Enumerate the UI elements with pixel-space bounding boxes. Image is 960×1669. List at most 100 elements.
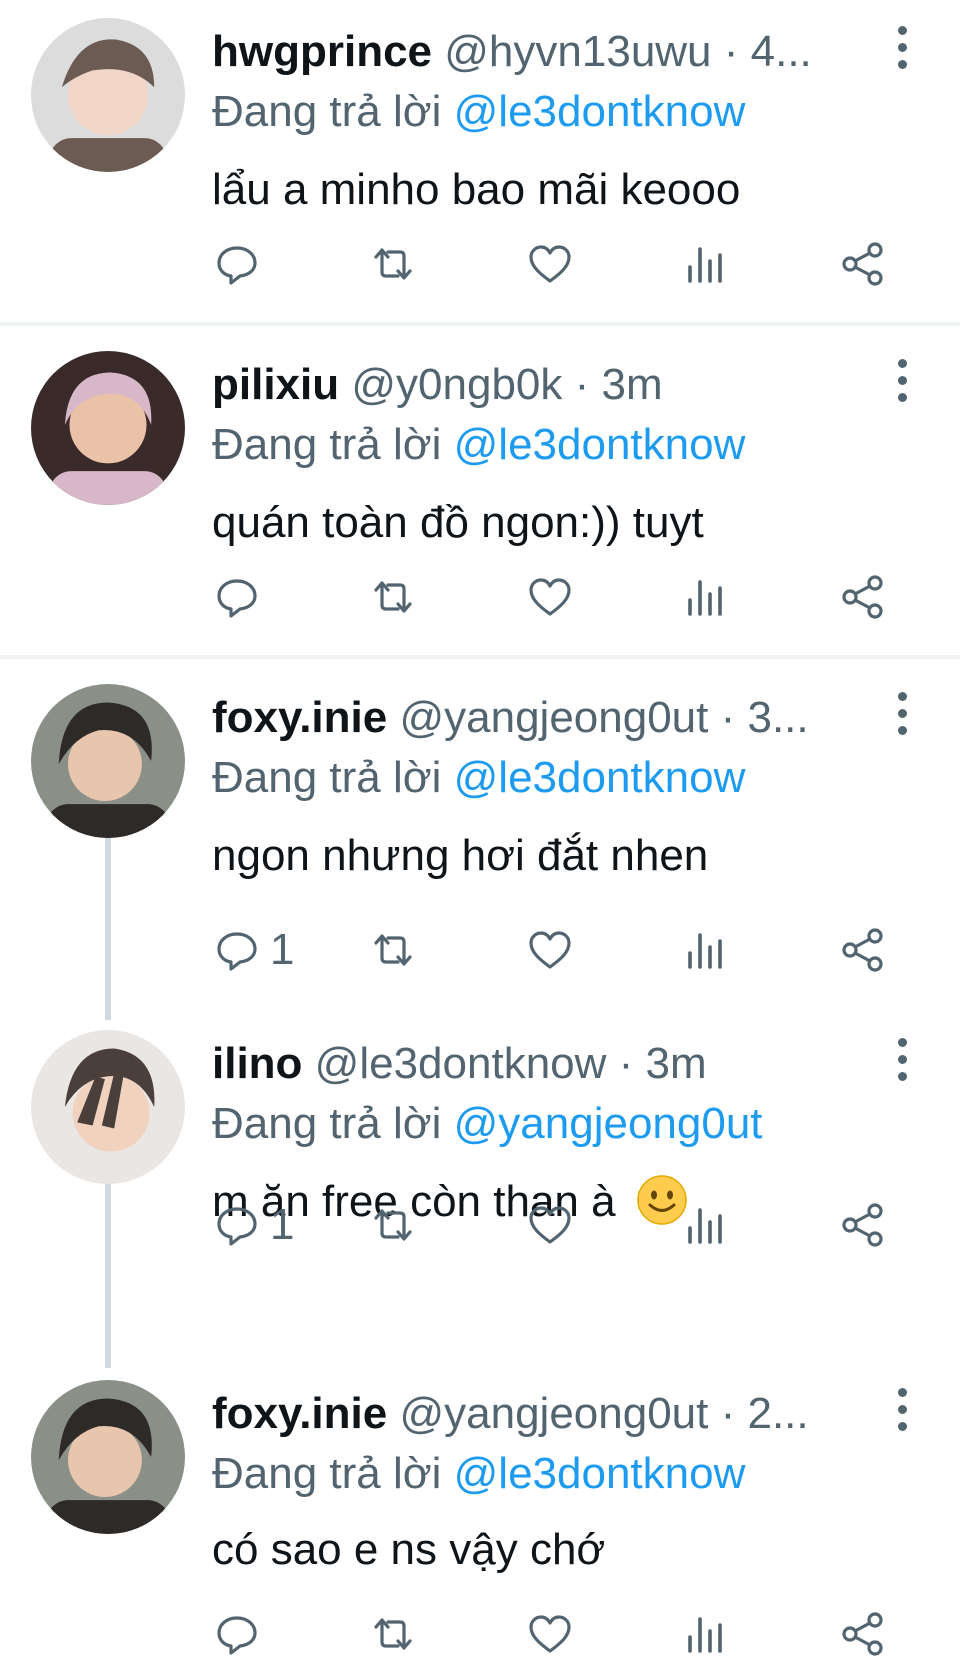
separator-dot: · bbox=[562, 360, 602, 409]
replying-to-label: Đang trả lời bbox=[212, 87, 442, 136]
retweet-button[interactable] bbox=[368, 234, 418, 294]
separator-dot: · bbox=[708, 1389, 748, 1438]
avatar[interactable] bbox=[31, 18, 185, 172]
reply-icon bbox=[212, 572, 262, 622]
retweet-icon bbox=[368, 925, 418, 975]
like-button[interactable] bbox=[525, 234, 575, 294]
display-name[interactable]: foxy.inie bbox=[212, 1389, 387, 1438]
handle[interactable]: @yangjeong0ut bbox=[399, 693, 708, 742]
reply-target-link[interactable]: @le3dontknow bbox=[454, 753, 746, 802]
avatar-image bbox=[31, 18, 185, 172]
avatar[interactable] bbox=[31, 351, 185, 505]
share-button[interactable] bbox=[838, 234, 888, 294]
views-icon bbox=[680, 572, 730, 622]
handle[interactable]: @le3dontknow bbox=[315, 1039, 607, 1088]
replying-to-label: Đang trả lời bbox=[212, 753, 442, 802]
reply-icon bbox=[212, 1609, 262, 1659]
reply-button[interactable] bbox=[212, 567, 270, 627]
action-bar bbox=[0, 1604, 960, 1664]
views-button[interactable] bbox=[680, 1195, 730, 1255]
share-button[interactable] bbox=[838, 1604, 888, 1664]
separator-dot: · bbox=[711, 27, 751, 76]
display-name[interactable]: foxy.inie bbox=[212, 693, 387, 742]
separator-dot: · bbox=[606, 1039, 646, 1088]
replying-to: Đang trả lời @le3dontknow bbox=[212, 82, 745, 142]
divider bbox=[0, 655, 960, 659]
more-icon[interactable] bbox=[890, 1388, 914, 1440]
reply-button[interactable] bbox=[212, 234, 270, 294]
like-button[interactable] bbox=[525, 1195, 575, 1255]
display-name[interactable]: hwgprince bbox=[212, 27, 432, 76]
retweet-button[interactable] bbox=[368, 1195, 418, 1255]
views-button[interactable] bbox=[680, 920, 730, 980]
share-icon bbox=[838, 239, 888, 289]
share-button[interactable] bbox=[838, 567, 888, 627]
share-button[interactable] bbox=[838, 920, 888, 980]
replying-to: Đang trả lời @le3dontknow bbox=[212, 415, 745, 475]
retweet-button[interactable] bbox=[368, 920, 418, 980]
replying-to: Đang trả lời @le3dontknow bbox=[212, 748, 745, 808]
timestamp[interactable]: 3... bbox=[747, 693, 808, 742]
reply-target-link[interactable]: @le3dontknow bbox=[454, 87, 746, 136]
retweet-button[interactable] bbox=[368, 1604, 418, 1664]
more-icon[interactable] bbox=[890, 359, 914, 411]
avatar-image bbox=[31, 1380, 185, 1534]
timestamp[interactable]: 4... bbox=[751, 27, 812, 76]
tweet[interactable]: foxy.inie @yangjeong0ut · 3... Đang trả … bbox=[0, 666, 960, 1006]
like-icon bbox=[525, 925, 575, 975]
reply-target-link[interactable]: @le3dontknow bbox=[454, 1449, 746, 1498]
reply-feed: hwgprince @hyvn13uwu · 4... Đang trả lời… bbox=[0, 0, 960, 1669]
like-button[interactable] bbox=[525, 920, 575, 980]
action-bar bbox=[0, 567, 960, 627]
separator-dot: · bbox=[708, 693, 748, 742]
tweet-header: foxy.inie @yangjeong0ut · 2... bbox=[212, 1384, 900, 1444]
reply-button[interactable]: 1 bbox=[212, 920, 294, 980]
reply-target-link[interactable]: @le3dontknow bbox=[454, 420, 746, 469]
views-button[interactable] bbox=[680, 1604, 730, 1664]
tweet-text: lẩu a minho bao mãi keooo bbox=[212, 165, 741, 214]
tweet-text: quán toàn đồ ngon:)) tuyt bbox=[212, 498, 704, 547]
avatar-image bbox=[31, 1030, 185, 1184]
views-button[interactable] bbox=[680, 567, 730, 627]
tweet[interactable]: pilixiu @y0ngb0k · 3m Đang trả lời @le3d… bbox=[0, 333, 960, 653]
action-bar bbox=[0, 234, 960, 294]
like-button[interactable] bbox=[525, 567, 575, 627]
avatar[interactable] bbox=[31, 1380, 185, 1534]
display-name[interactable]: pilixiu bbox=[212, 360, 339, 409]
share-icon bbox=[838, 1609, 888, 1659]
tweet[interactable]: foxy.inie @yangjeong0ut · 2... Đang trả … bbox=[0, 1380, 960, 1669]
retweet-button[interactable] bbox=[368, 567, 418, 627]
reply-button[interactable] bbox=[212, 1604, 270, 1664]
share-icon bbox=[838, 925, 888, 975]
avatar-image bbox=[31, 351, 185, 505]
avatar[interactable] bbox=[31, 684, 185, 838]
like-icon bbox=[525, 572, 575, 622]
share-button[interactable] bbox=[838, 1195, 888, 1255]
tweet-header: ilino @le3dontknow · 3m bbox=[212, 1034, 900, 1094]
replying-to: Đang trả lời @le3dontknow bbox=[212, 1444, 745, 1504]
display-name[interactable]: ilino bbox=[212, 1039, 302, 1088]
tweet[interactable]: ilino @le3dontknow · 3m Đang trả lời @ya… bbox=[0, 1012, 960, 1352]
avatar[interactable] bbox=[31, 1030, 185, 1184]
reply-button[interactable]: 1 bbox=[212, 1195, 294, 1255]
timestamp[interactable]: 2... bbox=[747, 1389, 808, 1438]
timestamp[interactable]: 3m bbox=[646, 1039, 707, 1088]
handle[interactable]: @yangjeong0ut bbox=[399, 1389, 708, 1438]
action-bar: 1 bbox=[0, 1195, 960, 1255]
handle[interactable]: @hyvn13uwu bbox=[444, 27, 711, 76]
views-button[interactable] bbox=[680, 234, 730, 294]
reply-count: 1 bbox=[270, 925, 295, 974]
more-icon[interactable] bbox=[890, 692, 914, 744]
handle[interactable]: @y0ngb0k bbox=[351, 360, 562, 409]
share-icon bbox=[838, 1200, 888, 1250]
more-icon[interactable] bbox=[890, 1038, 914, 1090]
tweet[interactable]: hwgprince @hyvn13uwu · 4... Đang trả lời… bbox=[0, 0, 960, 320]
reply-target-link[interactable]: @yangjeong0ut bbox=[454, 1099, 763, 1148]
reply-icon bbox=[212, 1200, 262, 1250]
replying-to: Đang trả lời @yangjeong0ut bbox=[212, 1094, 763, 1154]
like-button[interactable] bbox=[525, 1604, 575, 1664]
timestamp[interactable]: 3m bbox=[602, 360, 663, 409]
replying-to-label: Đang trả lời bbox=[212, 1099, 442, 1148]
more-icon[interactable] bbox=[890, 26, 914, 78]
views-icon bbox=[680, 925, 730, 975]
